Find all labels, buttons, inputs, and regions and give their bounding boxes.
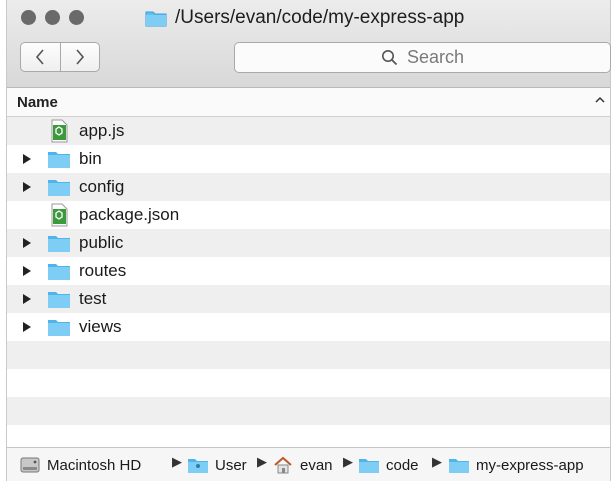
folder-icon	[48, 292, 70, 308]
path-separator-icon: ▶	[257, 454, 267, 469]
toolbar: /Users/evan/code/my-express-app Search	[7, 0, 611, 88]
chevron-left-icon	[36, 49, 44, 65]
list-item[interactable]: public	[7, 229, 610, 257]
disclosure-triangle-icon[interactable]	[21, 293, 33, 305]
list-item[interactable]: config	[7, 173, 610, 201]
path-crumb-label: evan	[300, 456, 333, 474]
window-controls	[21, 10, 84, 25]
folder-icon	[48, 236, 70, 252]
back-button[interactable]	[21, 43, 60, 71]
list-item[interactable]: routes	[7, 257, 610, 285]
search-placeholder: Search	[406, 47, 465, 67]
empty-row	[7, 397, 610, 425]
path-separator-icon: ▶	[343, 454, 353, 469]
disclosure-triangle-icon[interactable]	[21, 321, 33, 333]
list-item[interactable]: package.json	[7, 201, 610, 229]
users-folder-icon	[188, 459, 208, 473]
file-list: app.js bin config package.json public ro…	[7, 117, 610, 447]
disclosure-triangle-icon[interactable]	[21, 237, 33, 249]
path-crumb-label: User	[215, 456, 247, 474]
path-crumb-evan[interactable]: evan	[272, 454, 338, 476]
path-separator-icon: ▶	[172, 454, 182, 469]
path-crumb-label: my-express-app	[476, 456, 584, 474]
file-name: app.js	[79, 121, 125, 140]
disclosure-triangle-icon[interactable]	[21, 153, 33, 165]
magnifier-icon	[381, 50, 398, 66]
forward-button[interactable]	[59, 43, 100, 71]
path-crumb-label: code	[386, 456, 419, 474]
folder-icon	[48, 180, 70, 196]
list-item[interactable]: views	[7, 313, 610, 341]
window-title: /Users/evan/code/my-express-app	[145, 6, 464, 30]
path-crumb-macintosh-hd[interactable]: Macintosh HD	[19, 454, 141, 476]
close-window-button[interactable]	[21, 10, 36, 25]
sort-chevron-icon	[594, 93, 606, 111]
disclosure-triangle-icon[interactable]	[21, 265, 33, 277]
path-bar: Macintosh HD ▶ User ▶ evan ▶ code ▶ my-e…	[7, 447, 610, 481]
minimize-window-button[interactable]	[45, 10, 60, 25]
file-name: routes	[79, 261, 127, 280]
column-header-label: Name	[17, 94, 58, 111]
file-name: package.json	[79, 205, 180, 224]
window-title-text: /Users/evan/code/my-express-app	[175, 7, 465, 28]
column-header-name[interactable]: Name	[7, 88, 610, 117]
search-input[interactable]: Search	[234, 42, 611, 73]
js-file-icon	[51, 119, 68, 143]
file-name: bin	[79, 149, 102, 168]
hard-drive-icon	[20, 457, 40, 473]
folder-icon	[48, 264, 70, 280]
list-item[interactable]: app.js	[7, 117, 610, 145]
list-item[interactable]: test	[7, 285, 610, 313]
path-crumb-label: Macintosh HD	[47, 456, 142, 474]
path-crumb-my-express-app[interactable]: my-express-app	[448, 454, 584, 476]
path-crumb-users[interactable]: User	[187, 454, 251, 476]
js-file-icon	[51, 203, 68, 227]
zoom-window-button[interactable]	[69, 10, 84, 25]
empty-row	[7, 369, 610, 397]
folder-icon	[145, 11, 167, 27]
empty-row	[7, 341, 610, 369]
path-separator-icon: ▶	[432, 454, 442, 469]
folder-icon	[449, 459, 469, 473]
disclosure-triangle-icon[interactable]	[21, 181, 33, 193]
folder-icon	[48, 320, 70, 336]
list-item[interactable]: bin	[7, 145, 610, 173]
path-crumb-code[interactable]: code	[358, 454, 419, 476]
folder-icon	[48, 152, 70, 168]
home-icon	[274, 456, 292, 474]
finder-window: /Users/evan/code/my-express-app Search N…	[6, 0, 611, 481]
folder-icon	[359, 459, 379, 473]
file-name: views	[79, 317, 122, 336]
file-name: public	[79, 233, 124, 252]
file-name: config	[79, 177, 125, 196]
file-name: test	[79, 289, 107, 308]
navigation-buttons	[20, 42, 100, 72]
chevron-right-icon	[76, 49, 84, 65]
